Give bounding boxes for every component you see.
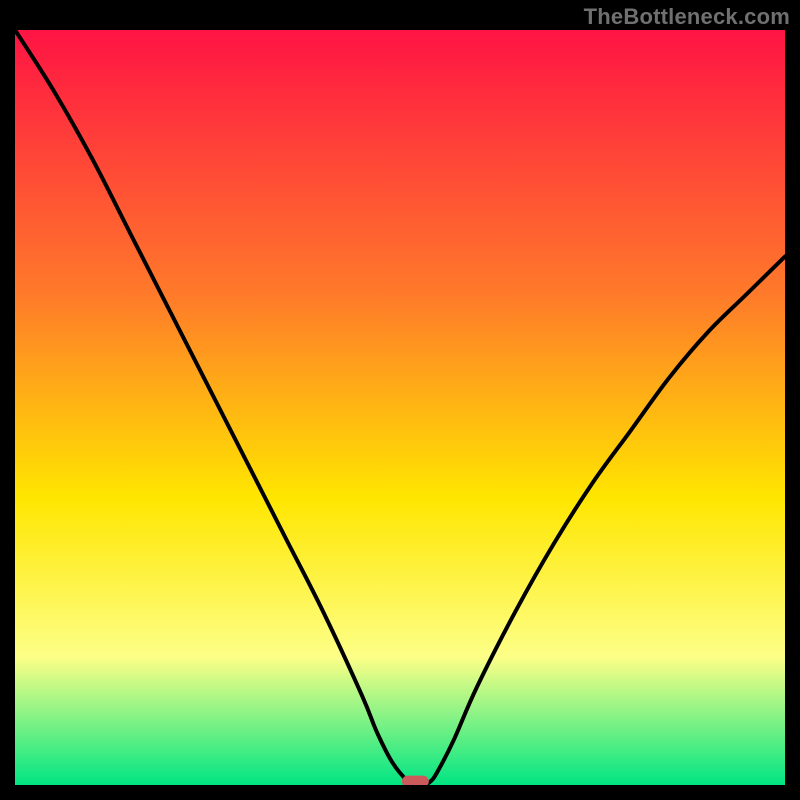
plot-area bbox=[15, 30, 785, 785]
watermark-text: TheBottleneck.com bbox=[584, 4, 790, 30]
chart-frame: TheBottleneck.com bbox=[0, 0, 800, 800]
bottleneck-chart bbox=[15, 30, 785, 785]
gradient-background bbox=[15, 30, 785, 785]
optimum-marker bbox=[402, 776, 429, 785]
